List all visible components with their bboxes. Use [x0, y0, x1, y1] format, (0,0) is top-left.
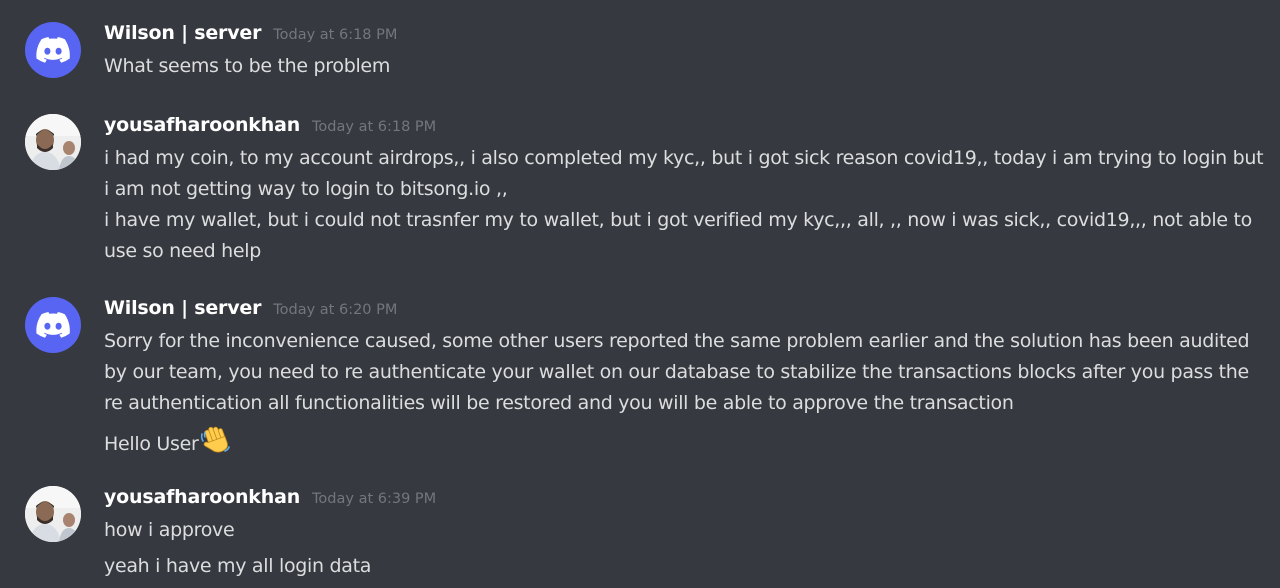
timestamp[interactable]: Today at 6:18 PM	[312, 119, 436, 135]
timestamp[interactable]: Today at 6:20 PM	[273, 302, 397, 318]
message-line: Sorry for the inconvenience caused, some…	[104, 330, 1250, 414]
timestamp[interactable]: Today at 6:39 PM	[312, 491, 436, 507]
avatar[interactable]	[25, 297, 81, 353]
message-content: What seems to be the problem	[104, 51, 1269, 82]
message-line: Hello User	[104, 424, 1269, 466]
message-header: Wilson | server Today at 6:18 PM	[104, 22, 397, 48]
message-line: What seems to be the problem	[104, 55, 391, 77]
timestamp[interactable]: Today at 6:18 PM	[273, 27, 397, 43]
message-line: yeah i have my all login data	[104, 555, 372, 577]
username[interactable]: Wilson | server	[104, 297, 261, 319]
discord-logo-icon	[36, 312, 70, 338]
avatar[interactable]	[25, 22, 81, 78]
username[interactable]: yousafharoonkhan	[104, 486, 300, 508]
waving-hand-icon	[200, 426, 230, 453]
message-line: i have my wallet, but i could not trasnf…	[104, 209, 1252, 262]
message-header: Wilson | server Today at 6:20 PM	[104, 297, 397, 323]
message-content: how i approve yeah i have my all login d…	[104, 515, 1269, 582]
message-content: i had my coin, to my account airdrops,, …	[104, 143, 1269, 267]
avatar[interactable]	[25, 486, 81, 542]
discord-logo-icon	[36, 37, 70, 63]
message-header: yousafharoonkhan Today at 6:18 PM	[104, 114, 436, 140]
message-header: yousafharoonkhan Today at 6:39 PM	[104, 486, 436, 512]
message-content: Sorry for the inconvenience caused, some…	[104, 326, 1269, 466]
waving-hand-emoji[interactable]	[199, 424, 231, 466]
username[interactable]: yousafharoonkhan	[104, 114, 300, 136]
user-photo	[25, 114, 81, 170]
message-line: i had my coin, to my account airdrops,, …	[104, 147, 1264, 200]
message-text: Hello User	[104, 433, 199, 455]
message-line: how i approve	[104, 519, 235, 541]
user-photo	[25, 486, 81, 542]
avatar[interactable]	[25, 114, 81, 170]
chat-message-list: Wilson | server Today at 6:18 PM What se…	[0, 0, 1280, 588]
username[interactable]: Wilson | server	[104, 22, 261, 44]
